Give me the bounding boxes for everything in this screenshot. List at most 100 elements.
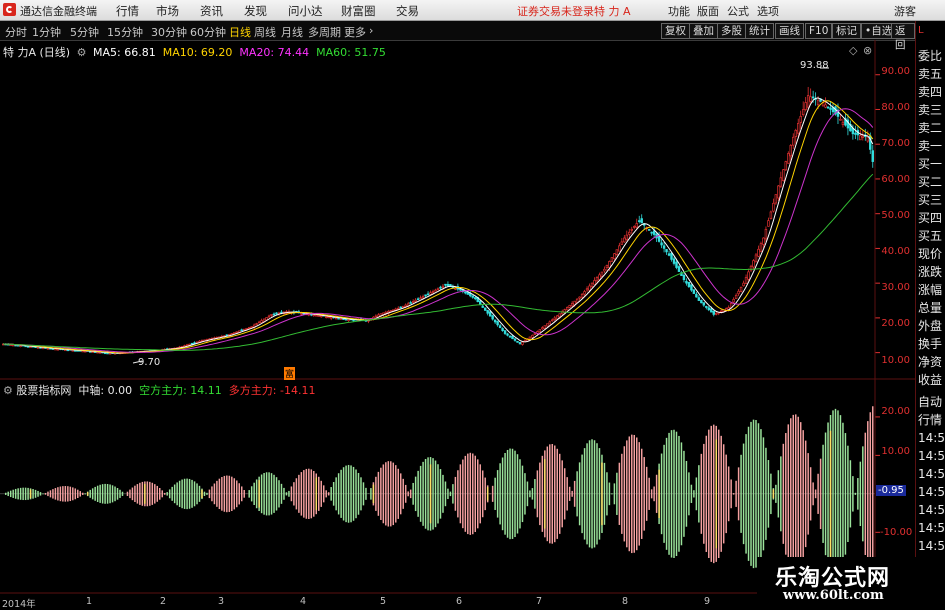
candle-body	[615, 249, 619, 255]
period-5min[interactable]: 5分钟	[70, 24, 99, 40]
candle-body	[794, 129, 797, 137]
side-sell1[interactable]: 卖一	[918, 137, 942, 155]
period-1min[interactable]: 1分钟	[32, 24, 61, 40]
tool-huaxian[interactable]: 画线	[775, 23, 804, 39]
side-time-7: 14:5	[918, 539, 945, 553]
user-label[interactable]: 游客	[894, 3, 916, 19]
candle-body	[506, 333, 509, 336]
side-sell2[interactable]: 卖二	[918, 119, 942, 137]
high-price-label: 93.88	[800, 60, 829, 71]
period-toolbar: 分时 1分钟 5分钟 15分钟 30分钟 60分钟 日线 周线 月线 多周期 更…	[0, 21, 915, 51]
candle-body	[871, 150, 874, 162]
account-status[interactable]: 证券交易未登录	[517, 3, 594, 19]
side-volume[interactable]: 总量	[918, 299, 942, 317]
menu-item-zixun[interactable]: 资讯	[200, 3, 223, 19]
period-15min[interactable]: 15分钟	[107, 24, 143, 40]
period-month[interactable]: 月线	[281, 24, 303, 40]
side-buy3[interactable]: 买三	[918, 191, 942, 209]
menu-gongneng[interactable]: 功能	[668, 3, 690, 19]
period-multi[interactable]: 多周期	[308, 24, 341, 40]
candle-body	[697, 297, 701, 301]
candle-body	[108, 352, 112, 355]
side-turnover[interactable]: 换手	[918, 335, 942, 353]
ma5-line	[3, 97, 874, 354]
menu-gongshi[interactable]: 公式	[727, 3, 749, 19]
tool-fuquan[interactable]: 复权	[661, 23, 690, 39]
menu-item-caifuquan[interactable]: 财富圈	[341, 3, 376, 19]
chevron-right-icon[interactable]: ›	[369, 24, 373, 37]
tool-back[interactable]: 返回	[891, 23, 915, 51]
period-more[interactable]: 更多	[344, 24, 366, 40]
tool-tongji[interactable]: 统计	[745, 23, 774, 39]
side-buy1[interactable]: 买一	[918, 155, 942, 173]
y-tick-60: 60.00	[881, 174, 910, 185]
candle-body	[603, 268, 606, 272]
event-marker[interactable]: 富	[284, 367, 296, 380]
side-sell5[interactable]: 卖五	[918, 65, 942, 83]
candle-body	[240, 329, 243, 332]
menu-item-shichang[interactable]: 市场	[156, 3, 179, 19]
side-buy4[interactable]: 买四	[918, 209, 942, 227]
candle-body	[675, 261, 678, 268]
candle-body	[752, 260, 755, 268]
x-tick-6: 6	[456, 596, 463, 607]
candle-body	[329, 316, 333, 319]
side-l-tab[interactable]: L	[918, 22, 924, 40]
period-week[interactable]: 周线	[254, 24, 276, 40]
y-tick-30: 30.00	[881, 282, 910, 293]
menu-banmian[interactable]: 版面	[697, 3, 719, 19]
tool-f10[interactable]: F10	[805, 23, 833, 39]
y-tick-90: 90.00	[881, 66, 910, 77]
candle-body	[190, 342, 194, 345]
menu-item-faxian[interactable]: 发现	[244, 3, 267, 19]
candle-body	[777, 185, 780, 199]
menu-item-wenxiaoda[interactable]: 问小达	[288, 3, 323, 19]
side-weibi[interactable]: 委比	[918, 47, 942, 65]
candle-body	[320, 315, 323, 318]
menu-item-hangqing[interactable]: 行情	[116, 3, 139, 19]
candle-body	[705, 306, 708, 308]
candle-body	[861, 135, 865, 138]
period-60min[interactable]: 60分钟	[190, 24, 226, 40]
candle-body	[513, 338, 517, 341]
candle-body	[811, 96, 815, 99]
side-time-4: 14:5	[918, 485, 945, 499]
y-tick-10: 10.00	[881, 355, 910, 366]
side-auto[interactable]: 自动	[918, 393, 942, 411]
quote-side-panel: L 委比 卖五 卖四 卖三 卖二 卖一 买一 买二 买三 买四 买五 现价 涨跌…	[915, 21, 945, 609]
period-fenshi[interactable]: 分时	[5, 24, 27, 40]
candle-body	[481, 305, 484, 308]
tool-diejia[interactable]: 叠加	[689, 23, 718, 39]
side-buy5[interactable]: 买五	[918, 227, 942, 245]
tool-duogu[interactable]: 多股	[717, 23, 746, 39]
side-change-pct[interactable]: 涨幅	[918, 281, 942, 299]
period-day[interactable]: 日线	[229, 24, 251, 40]
side-quote[interactable]: 行情	[918, 411, 942, 429]
candle-body	[421, 296, 425, 299]
candle-body	[734, 294, 738, 299]
side-change[interactable]: 涨跌	[918, 263, 942, 281]
side-sell3[interactable]: 卖三	[918, 101, 942, 119]
side-net-assets[interactable]: 净资	[918, 353, 942, 371]
candle-body	[404, 304, 407, 307]
menu-item-jiaoyi[interactable]: 交易	[396, 3, 419, 19]
ma20-line	[3, 108, 874, 353]
candle-body	[707, 307, 711, 311]
side-price[interactable]: 现价	[918, 245, 942, 263]
chart-area[interactable]	[0, 40, 915, 609]
menu-xuanxiang[interactable]: 选项	[757, 3, 779, 19]
x-tick-4: 4	[300, 596, 307, 607]
side-outer[interactable]: 外盘	[918, 317, 942, 335]
side-sell4[interactable]: 卖四	[918, 83, 942, 101]
candle-body	[583, 291, 586, 295]
candle-body	[439, 286, 442, 289]
period-30min[interactable]: 30分钟	[151, 24, 187, 40]
candle-body	[742, 282, 745, 287]
candle-body	[774, 194, 778, 204]
side-earnings[interactable]: 收益	[918, 371, 942, 389]
candle-body	[56, 348, 60, 351]
tool-biaoji[interactable]: 标记	[832, 23, 861, 39]
candle-body	[826, 106, 830, 109]
side-buy2[interactable]: 买二	[918, 173, 942, 191]
candle-body	[493, 319, 497, 323]
